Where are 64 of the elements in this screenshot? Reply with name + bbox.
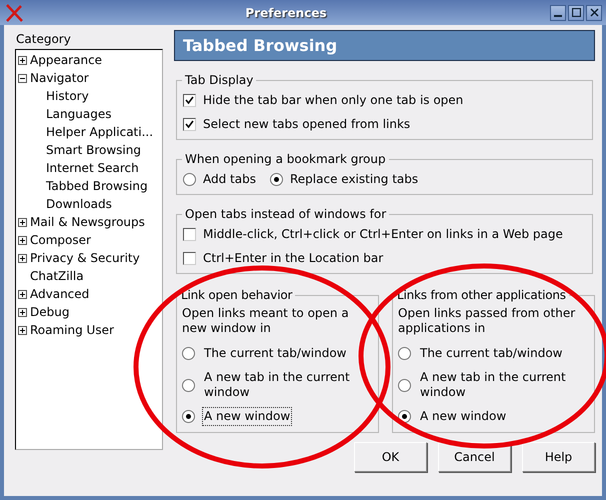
close-icon <box>590 8 598 17</box>
panel-title: Tabbed Browsing <box>174 30 595 61</box>
checkbox-label[interactable]: Hide the tab bar when only one tab is open <box>203 93 464 107</box>
radio-button[interactable] <box>182 410 195 423</box>
tree-item[interactable]: Appearance <box>30 53 102 67</box>
expand-icon[interactable] <box>18 308 27 316</box>
radio-button[interactable] <box>182 378 195 392</box>
expand-icon[interactable] <box>18 236 27 244</box>
tree-item[interactable]: Downloads <box>46 197 112 211</box>
radio-label[interactable]: Replace existing tabs <box>290 172 418 186</box>
tree-item[interactable]: ChatZilla <box>30 269 84 283</box>
group-title: When opening a bookmark group <box>184 152 387 166</box>
tree-item[interactable]: Navigator <box>30 71 89 85</box>
radio-button[interactable] <box>398 347 411 360</box>
tree-item[interactable]: Advanced <box>30 287 90 301</box>
tree-item[interactable]: Smart Browsing <box>46 143 141 157</box>
radio-button[interactable] <box>270 172 283 186</box>
tree-item[interactable]: Mail & Newsgroups <box>30 215 145 229</box>
checkbox[interactable] <box>183 118 196 130</box>
checkbox[interactable] <box>183 252 196 264</box>
group-description: Open links passed from other applications in <box>398 306 576 336</box>
radio-button[interactable] <box>398 378 411 392</box>
checkbox[interactable] <box>183 94 196 106</box>
tree-item[interactable]: Privacy & Security <box>30 251 140 265</box>
group-title: Tab Display <box>184 73 254 87</box>
radio-label[interactable]: A new window <box>418 407 508 426</box>
checkbox[interactable] <box>183 228 196 240</box>
tree-item[interactable]: Helper Applicati... <box>46 125 154 139</box>
checkbox-label[interactable]: Select new tabs opened from links <box>203 117 410 131</box>
close-button[interactable] <box>586 4 602 20</box>
expand-icon[interactable] <box>18 254 27 262</box>
window-title: Preferences <box>244 6 328 20</box>
collapse-icon[interactable] <box>18 74 27 82</box>
radio-label[interactable]: A new window <box>202 407 292 426</box>
category-label: Category <box>16 31 72 47</box>
radio-button[interactable] <box>183 172 196 186</box>
radio-button[interactable] <box>182 347 195 360</box>
minimize-icon <box>554 14 562 16</box>
logo-icon <box>4 2 24 22</box>
radio-label[interactable]: The current tab/window <box>418 344 564 363</box>
expand-icon[interactable] <box>18 56 27 64</box>
maximize-icon <box>572 8 580 17</box>
tree-item[interactable]: Languages <box>46 107 112 121</box>
group-description: Open links meant to open a new window in <box>182 306 350 336</box>
expand-icon[interactable] <box>18 326 27 334</box>
tree-item[interactable]: Composer <box>30 233 91 247</box>
radio-label[interactable]: Add tabs <box>203 172 256 186</box>
dialog-button[interactable]: OK <box>354 442 427 472</box>
minimize-button[interactable] <box>550 4 566 20</box>
checkbox-label[interactable]: Middle-click, Ctrl+click or Ctrl+Enter on links in a Web page <box>203 227 563 241</box>
checkbox-label[interactable]: Ctrl+Enter in the Location bar <box>203 251 384 265</box>
radio-label[interactable]: The current tab/window <box>202 344 348 363</box>
group-title: Open tabs instead of windows for <box>184 207 388 221</box>
maximize-button[interactable] <box>568 4 584 20</box>
dialog-button[interactable]: Help <box>522 442 595 472</box>
tree-item[interactable]: History <box>46 89 89 103</box>
expand-icon[interactable] <box>18 290 27 298</box>
expand-icon[interactable] <box>18 218 27 226</box>
radio-label[interactable]: A new tab in the current window <box>202 368 376 402</box>
tree-item[interactable]: Debug <box>30 305 70 319</box>
tree-item[interactable]: Tabbed Browsing <box>46 179 148 193</box>
tree-item[interactable]: Roaming User <box>30 323 114 337</box>
tree-item[interactable]: Internet Search <box>46 161 139 175</box>
radio-label[interactable]: A new tab in the current window <box>418 368 592 402</box>
